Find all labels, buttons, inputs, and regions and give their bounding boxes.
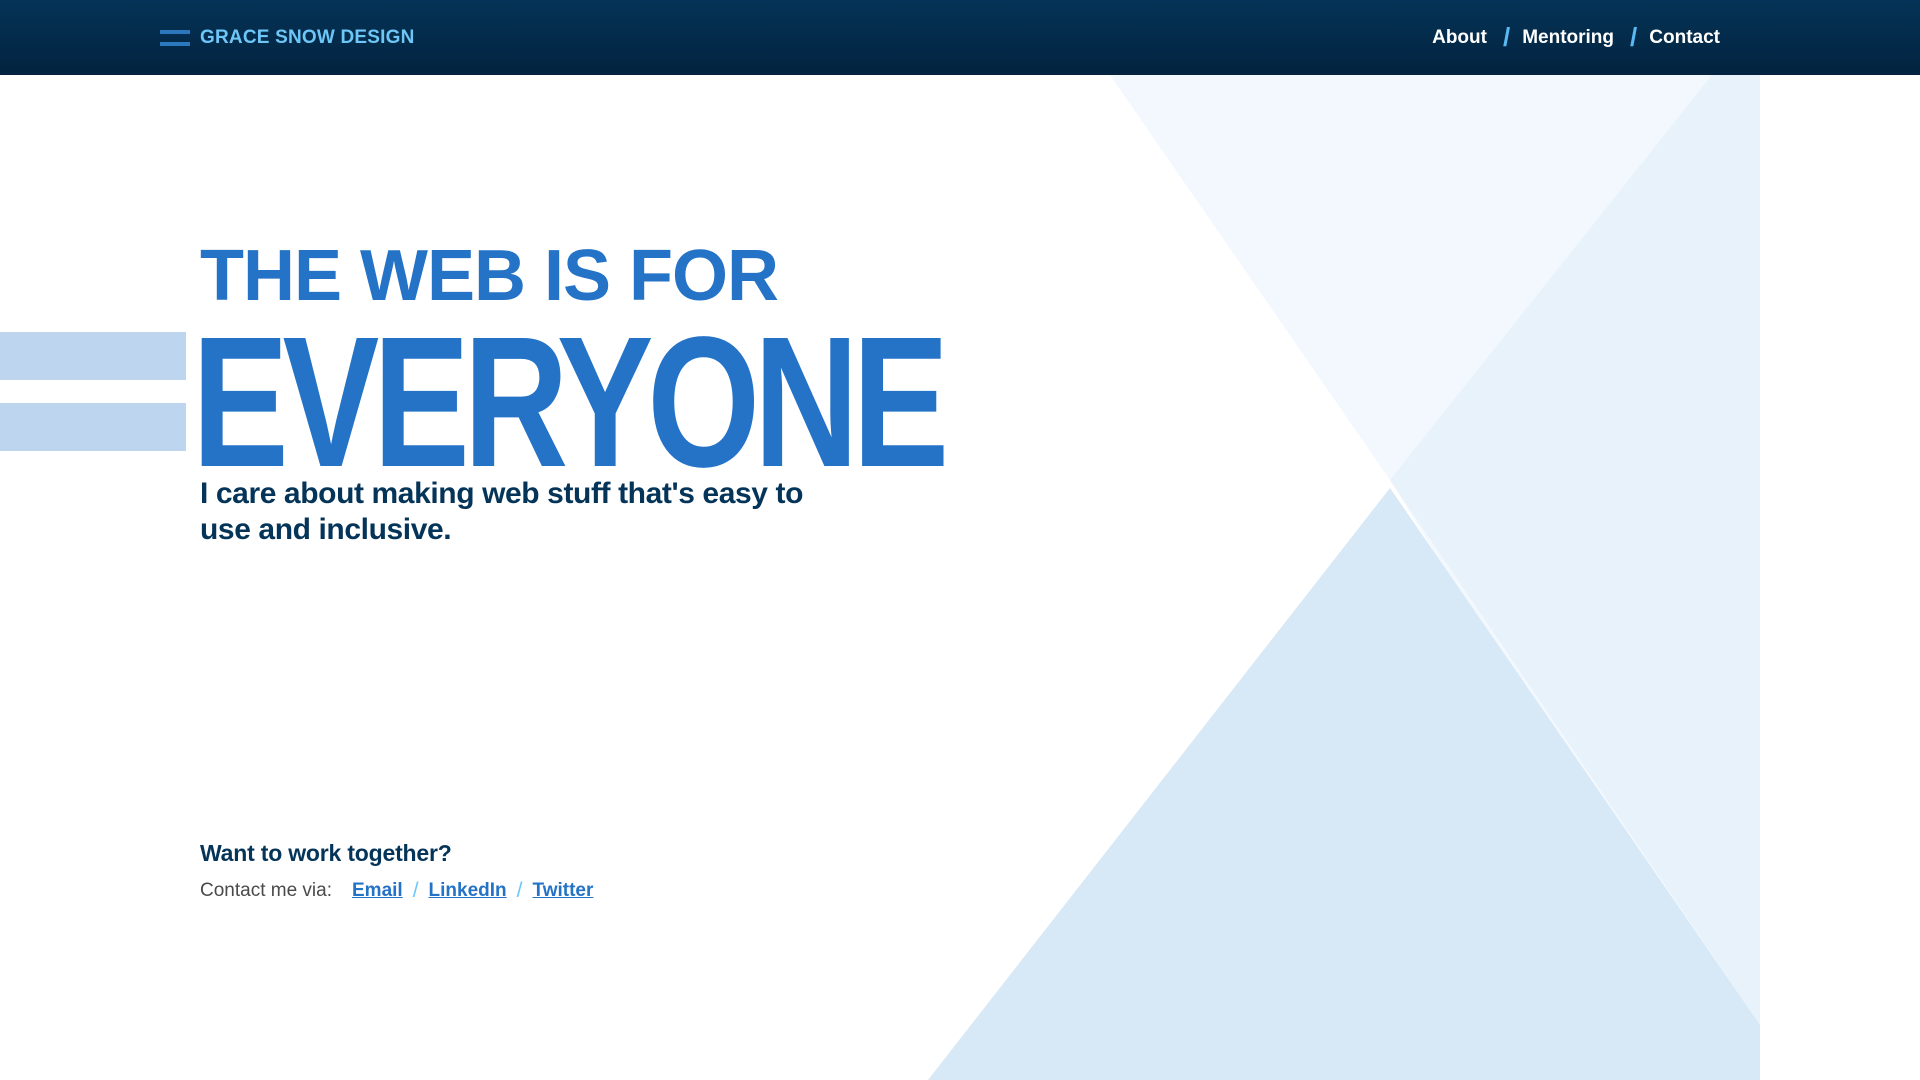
brand: GRACE SNOW DESIGN [160,0,415,75]
contact-separator: / [412,879,419,902]
hero-heading-line2: EVERYONE [192,299,949,506]
hero: THE WEB IS FOR EVERYONE [192,240,949,496]
page: GRACE SNOW DESIGN About / Mentoring / Co… [0,0,1920,1080]
contact-section: Want to work together? Contact me via: E… [200,840,593,903]
decorative-bar-top [0,332,186,380]
contact-label: Contact me via: [200,880,332,901]
contact-heading: Want to work together? [200,840,452,866]
site-header: GRACE SNOW DESIGN About / Mentoring / Co… [0,0,1920,75]
nav-mentoring-link[interactable]: Mentoring [1522,27,1614,49]
nav-separator: / [1502,22,1511,52]
nav-separator: / [1630,22,1638,52]
twitter-link[interactable]: Twitter [533,880,594,902]
nav-contact-link[interactable]: Contact [1649,27,1720,49]
main-nav: About / Mentoring / Contact [1432,0,1720,75]
contact-separator: / [516,879,523,902]
hero-tagline: I care about making web stuff that's eas… [200,477,804,546]
nav-about-link[interactable]: About [1432,27,1487,49]
decorative-bar-bottom [0,403,186,451]
linkedin-link[interactable]: LinkedIn [429,880,507,902]
email-link[interactable]: Email [352,880,403,902]
contact-links: Contact me via: Email / LinkedIn / Twitt… [200,879,593,903]
brand-name-link[interactable]: GRACE SNOW DESIGN [200,27,415,49]
hamburger-menu-icon[interactable] [160,29,190,46]
